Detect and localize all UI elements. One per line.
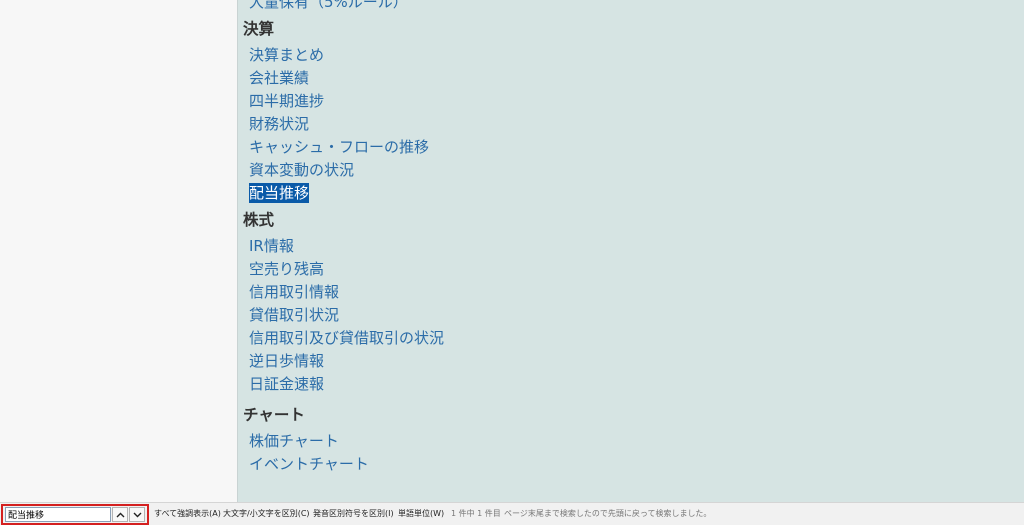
link-item[interactable]: 会社業績 xyxy=(238,67,1024,90)
link-list-kabushiki: IR情報 空売り残高 信用取引情報 貸借取引状況 信用取引及び貸借取引の状況 逆… xyxy=(238,235,1024,396)
section-heading-kabushiki: 株式 xyxy=(243,211,275,229)
link-item[interactable]: 財務状況 xyxy=(238,113,1024,136)
link-label[interactable]: 日証金速報 xyxy=(249,374,324,394)
link-label[interactable]: 貸借取引状況 xyxy=(249,305,339,325)
page-content: 大量保有（5%ルール） 決算 決算まとめ 会社業績 四半期進捗 財務状況 キャッ… xyxy=(237,0,1024,502)
find-previous-button[interactable] xyxy=(112,507,128,522)
link-label[interactable]: 大量保有（5%ルール） xyxy=(249,0,408,12)
link-item[interactable]: 決算まとめ xyxy=(238,44,1024,67)
match-count: 1 件中 1 件目 xyxy=(451,509,501,518)
link-item[interactable]: 日証金速報 xyxy=(238,373,1024,396)
section-heading-chart: チャート xyxy=(243,406,305,424)
link-label[interactable]: 財務状況 xyxy=(249,114,309,134)
find-input[interactable] xyxy=(5,507,111,522)
link-label[interactable]: 決算まとめ xyxy=(249,45,324,65)
link-label[interactable]: 信用取引情報 xyxy=(249,282,339,302)
link-item[interactable]: 株価チャート xyxy=(238,430,1024,453)
find-bar: すべて強調表示(A) 大文字/小文字を区別(C) 発音区別符号を区別(I) 単語… xyxy=(0,502,1024,525)
section-heading-kessan: 決算 xyxy=(243,20,275,38)
link-label[interactable]: 株価チャート xyxy=(249,431,339,451)
link-item[interactable]: 貸借取引状況 xyxy=(238,304,1024,327)
link-label[interactable]: イベントチャート xyxy=(249,454,369,474)
find-next-button[interactable] xyxy=(129,507,145,522)
link-item[interactable]: イベントチャート xyxy=(238,453,1024,476)
link-item[interactable]: IR情報 xyxy=(238,235,1024,258)
match-diacritics-option[interactable]: 発音区別符号を区別(I) xyxy=(313,508,394,520)
find-status-message: ページ末尾まで検索したので先頭に戻って検索しました。 xyxy=(504,509,712,518)
link-label[interactable]: 四半期進捗 xyxy=(249,91,324,111)
chevron-up-icon xyxy=(116,512,124,517)
link-label[interactable]: 信用取引及び貸借取引の状況 xyxy=(249,328,444,348)
link-item-selected[interactable]: 配当推移 xyxy=(238,182,1024,205)
link-list-kessan: 決算まとめ 会社業績 四半期進捗 財務状況 キャッシュ・フローの推移 資本変動の… xyxy=(238,44,1024,205)
link-label[interactable]: 資本変動の状況 xyxy=(249,160,354,180)
whole-words-option[interactable]: 単語単位(W) xyxy=(398,508,444,520)
match-case-option[interactable]: 大文字/小文字を区別(C) xyxy=(223,508,310,520)
left-blank-panel xyxy=(0,0,237,502)
link-item[interactable]: キャッシュ・フローの推移 xyxy=(238,136,1024,159)
link-item[interactable]: 大量保有（5%ルール） xyxy=(238,0,1024,14)
chevron-down-icon xyxy=(133,512,141,517)
link-label[interactable]: IR情報 xyxy=(249,236,294,256)
link-label[interactable]: 会社業績 xyxy=(249,68,309,88)
link-item[interactable]: 資本変動の状況 xyxy=(238,159,1024,182)
link-label[interactable]: 逆日歩情報 xyxy=(249,351,324,371)
link-label-highlighted[interactable]: 配当推移 xyxy=(249,183,310,203)
link-label[interactable]: 空売り残高 xyxy=(249,259,324,279)
link-label[interactable]: キャッシュ・フローの推移 xyxy=(249,137,429,157)
link-list-chart: 株価チャート イベントチャート xyxy=(238,430,1024,476)
link-item[interactable]: 信用取引情報 xyxy=(238,281,1024,304)
link-list-holdings: 大量保有（5%ルール） xyxy=(238,0,1024,14)
link-item[interactable]: 逆日歩情報 xyxy=(238,350,1024,373)
highlight-all-option[interactable]: すべて強調表示(A) xyxy=(154,508,221,520)
link-item[interactable]: 空売り残高 xyxy=(238,258,1024,281)
link-item[interactable]: 四半期進捗 xyxy=(238,90,1024,113)
link-item[interactable]: 信用取引及び貸借取引の状況 xyxy=(238,327,1024,350)
